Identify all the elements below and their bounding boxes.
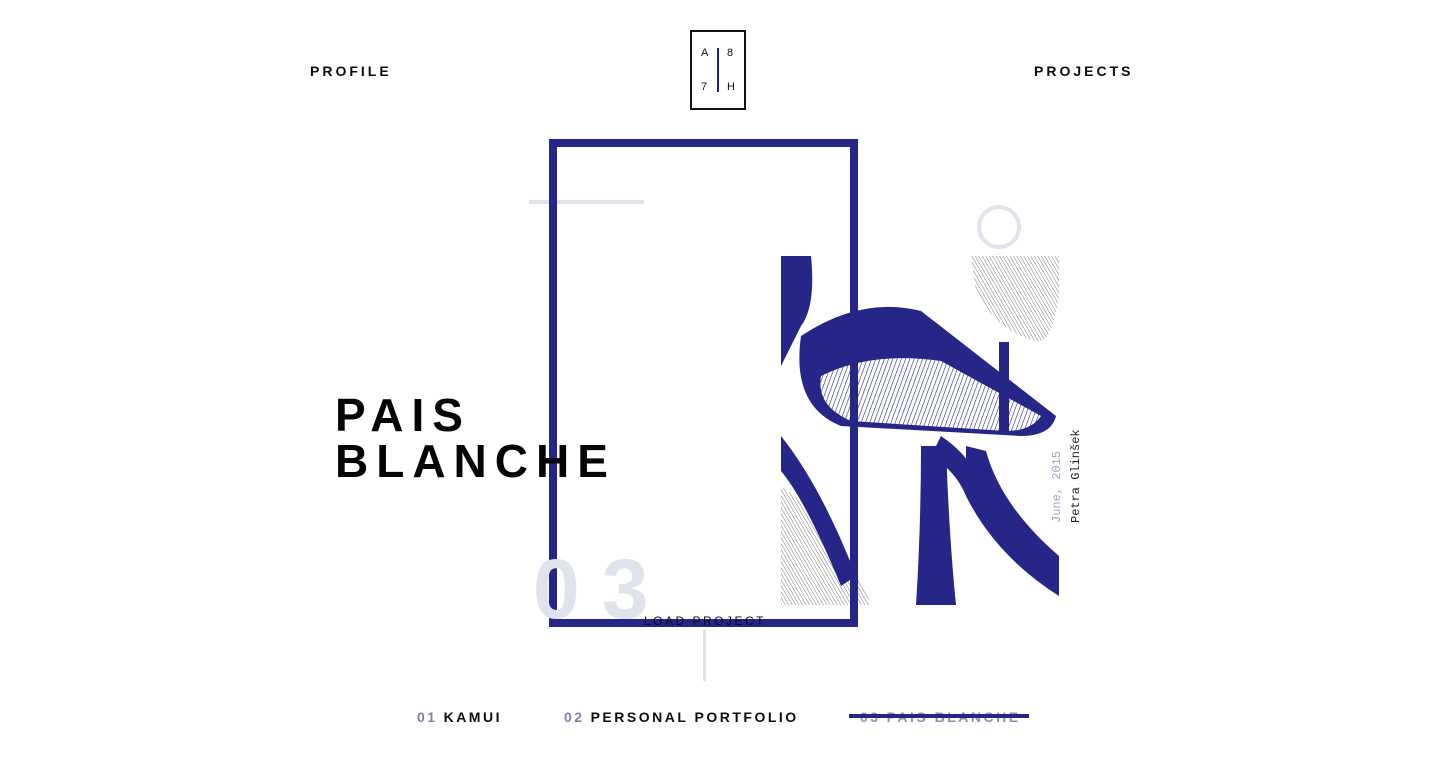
project-credit: June, 2015 Petra Glinšek	[1048, 429, 1086, 523]
logo[interactable]: A 8 7 H	[690, 30, 746, 110]
logo-letter-8: 8	[727, 47, 734, 59]
project-title: PAIS BLANCHE	[335, 392, 616, 484]
logo-divider	[717, 48, 719, 92]
project-nav-item-kamui[interactable]: 01 KAMUI	[417, 709, 502, 725]
project-title-line-1: PAIS	[335, 389, 471, 441]
project-nav-number: 02	[564, 709, 585, 725]
logo-letter-7: 7	[701, 81, 708, 93]
profile-link[interactable]: PROFILE	[310, 63, 392, 79]
project-date: June, 2015	[1050, 450, 1064, 523]
page: PROFILE A 8 7 H PROJECTS PAIS BLANCHE Ju…	[0, 0, 1440, 775]
logo-letter-a: A	[701, 47, 709, 59]
project-author: Petra Glinšek	[1069, 429, 1083, 523]
logo-letter-h: H	[727, 81, 735, 93]
project-nav-name: PERSONAL PORTFOLIO	[590, 709, 799, 725]
project-nav-number: 01	[417, 709, 438, 725]
connector-line	[703, 630, 706, 681]
projects-link[interactable]: PROJECTS	[1034, 63, 1133, 79]
project-title-line-2: BLANCHE	[335, 435, 616, 487]
decorative-circle	[977, 205, 1021, 249]
project-nav-name: KAMUI	[443, 709, 502, 725]
load-project-link[interactable]: LOAD PROJECT	[644, 614, 766, 628]
active-project-strike	[849, 714, 1029, 718]
project-nav-item-personal-portfolio[interactable]: 02 PERSONAL PORTFOLIO	[564, 709, 799, 725]
